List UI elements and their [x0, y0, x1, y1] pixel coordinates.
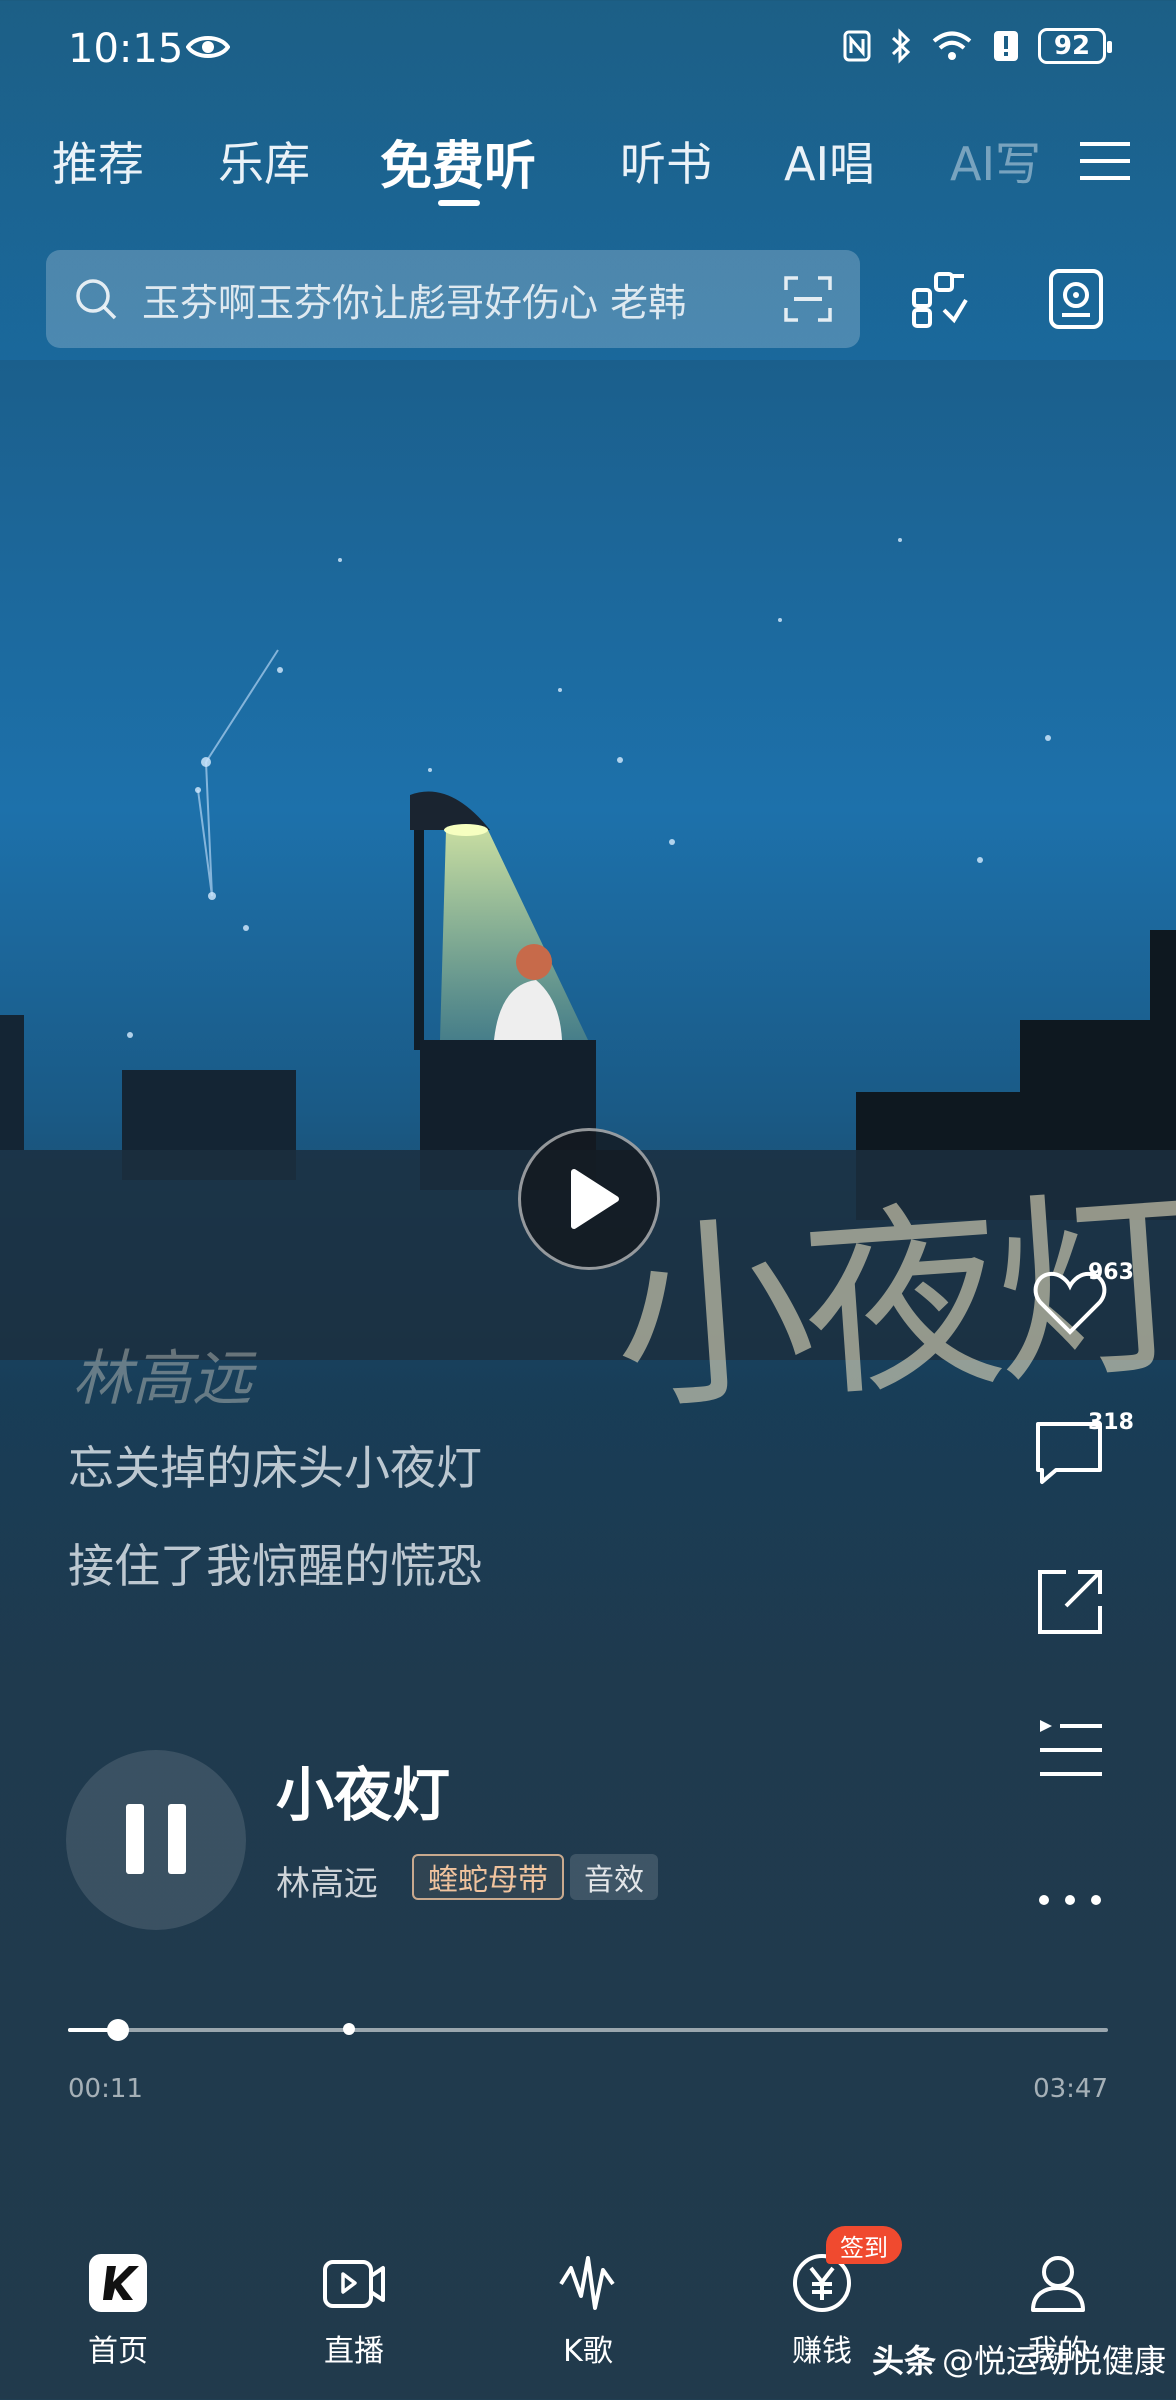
alert-icon — [994, 31, 1018, 61]
tab-ai-write[interactable]: AI写 — [950, 128, 1042, 194]
like-count: 963 — [1088, 1260, 1134, 1285]
nav-earn[interactable]: 赚钱 — [752, 2250, 892, 2370]
tab-ai-sing[interactable]: AI唱 — [784, 128, 875, 194]
artwork-artist-calligraphy: 林高远 — [72, 1344, 252, 1414]
pause-button[interactable] — [66, 1750, 246, 1930]
tab-free-listen[interactable]: 免费听 — [380, 124, 536, 199]
nav-home[interactable]: 首页 — [48, 2250, 188, 2370]
buffer-marker — [342, 2023, 355, 2035]
wifi-icon — [932, 31, 972, 60]
top-tab-bar: 推荐 乐库 免费听 听书 AI唱 AI写 — [0, 128, 1176, 208]
sound-effect-tag[interactable]: 音效 — [570, 1854, 658, 1900]
search-icon — [76, 279, 117, 320]
search-placeholder: 玉芬啊玉芬你让彪哥好伤心 老韩 — [142, 280, 687, 325]
nav-label: K歌 — [563, 2334, 613, 2369]
quality-tag[interactable]: 蝰蛇母带 — [412, 1854, 564, 1900]
status-time: 10:15 — [68, 26, 184, 72]
source-watermark: 头条 @悦运动悦健康 — [872, 2336, 1166, 2382]
progress-knob[interactable] — [106, 2019, 129, 2041]
scan-icon[interactable] — [784, 276, 832, 322]
more-button[interactable] — [1030, 1862, 1110, 1942]
active-tab-indicator — [438, 200, 480, 206]
elapsed-time: 00:11 — [68, 2074, 143, 2104]
total-time: 03:47 — [1033, 2074, 1108, 2104]
live-icon — [323, 2260, 385, 2308]
qr-scan-icon[interactable] — [910, 270, 968, 328]
tab-audiobooks[interactable]: 听书 — [620, 128, 712, 194]
playlist-button[interactable] — [1030, 1712, 1110, 1792]
nav-label: 首页 — [88, 2334, 148, 2369]
nav-label: 直播 — [324, 2334, 384, 2369]
song-title: 小夜灯 — [276, 1761, 451, 1829]
checkin-badge[interactable]: 签到 — [826, 2226, 902, 2264]
bluetooth-icon — [891, 28, 911, 64]
profile-icon — [1031, 2256, 1085, 2312]
lyric-line: 接住了我惊醒的慌恐 — [68, 1539, 482, 1593]
tab-library[interactable]: 乐库 — [218, 128, 310, 194]
nav-karaoke[interactable]: K歌 — [518, 2250, 658, 2370]
music-recognition-icon[interactable] — [1048, 268, 1104, 330]
karaoke-icon — [559, 2256, 615, 2310]
nfc-icon — [843, 30, 871, 62]
status-icons: 92 — [842, 28, 1112, 64]
play-icon — [571, 1169, 619, 1229]
lyric-line: 忘关掉的床头小夜灯 — [68, 1441, 482, 1495]
nav-live[interactable]: 直播 — [284, 2250, 424, 2370]
menu-icon[interactable] — [1080, 140, 1130, 182]
more-dots-icon — [1039, 1895, 1101, 1905]
watermark-handle: @悦运动悦健康 — [942, 2342, 1167, 2380]
song-artist[interactable]: 林高远 — [276, 1856, 378, 1905]
progress-bar[interactable] — [68, 2019, 1108, 2041]
home-k-icon — [89, 2254, 147, 2312]
share-icon — [1038, 1570, 1102, 1634]
eye-icon — [186, 36, 230, 58]
video-play-button[interactable] — [518, 1128, 660, 1270]
watermark-source: 头条 — [872, 2342, 937, 2380]
playlist-icon — [1040, 1720, 1102, 1776]
battery-indicator: 92 — [1038, 28, 1112, 64]
comment-count: 318 — [1088, 1410, 1134, 1435]
share-button[interactable] — [1030, 1562, 1110, 1642]
tab-recommend[interactable]: 推荐 — [52, 128, 144, 194]
search-bar[interactable]: 玉芬啊玉芬你让彪哥好伤心 老韩 — [46, 250, 860, 348]
nav-label: 赚钱 — [792, 2334, 852, 2369]
